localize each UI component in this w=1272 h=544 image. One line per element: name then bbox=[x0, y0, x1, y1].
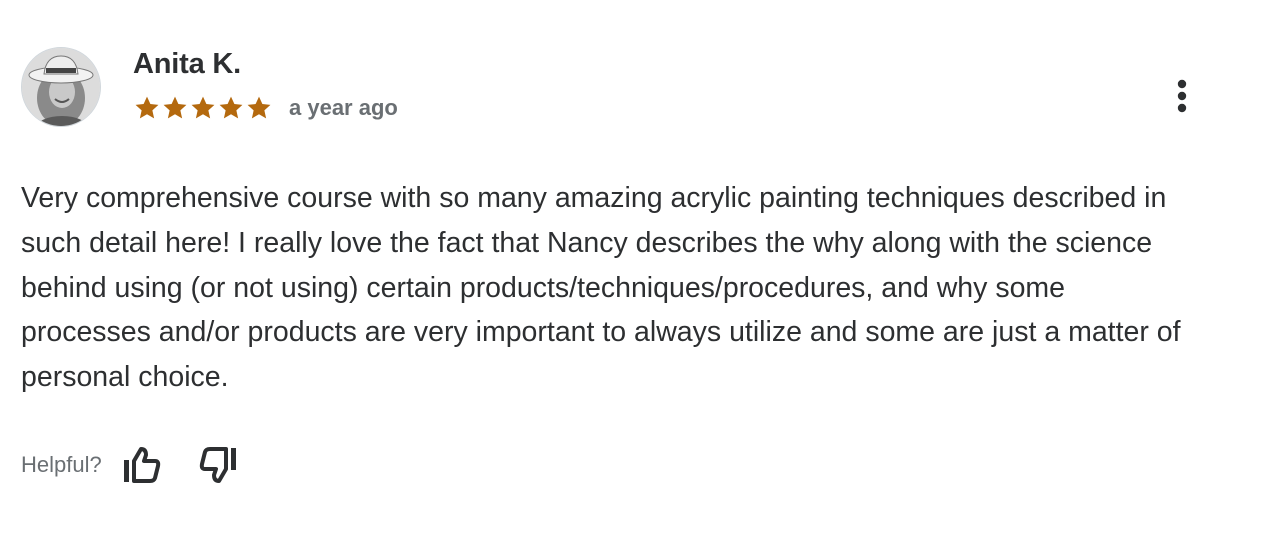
review-card: Anita K. a year ago Very comprehensive c… bbox=[0, 0, 1272, 544]
review-timestamp: a year ago bbox=[289, 95, 398, 120]
star-icon bbox=[163, 96, 187, 119]
vertical-ellipsis-icon bbox=[1177, 79, 1187, 113]
more-options-button[interactable] bbox=[1162, 74, 1202, 118]
mark-not-helpful-button[interactable] bbox=[198, 443, 238, 487]
helpful-feedback: Helpful? bbox=[21, 441, 274, 489]
star-icon bbox=[247, 96, 271, 119]
helpful-label: Helpful? bbox=[21, 452, 102, 477]
thumbs-down-icon bbox=[199, 447, 236, 483]
reviewer-name: Anita K. bbox=[133, 48, 241, 80]
star-icon bbox=[191, 96, 215, 119]
reviewer-avatar bbox=[21, 47, 101, 127]
star-icon bbox=[135, 96, 159, 119]
mark-helpful-button[interactable] bbox=[122, 443, 162, 487]
avatar-photo bbox=[22, 48, 100, 126]
review-text: Very comprehensive course with so many a… bbox=[21, 182, 1181, 394]
star-rating bbox=[133, 94, 273, 124]
thumbs-up-icon bbox=[123, 447, 160, 483]
star-icon bbox=[219, 96, 243, 119]
